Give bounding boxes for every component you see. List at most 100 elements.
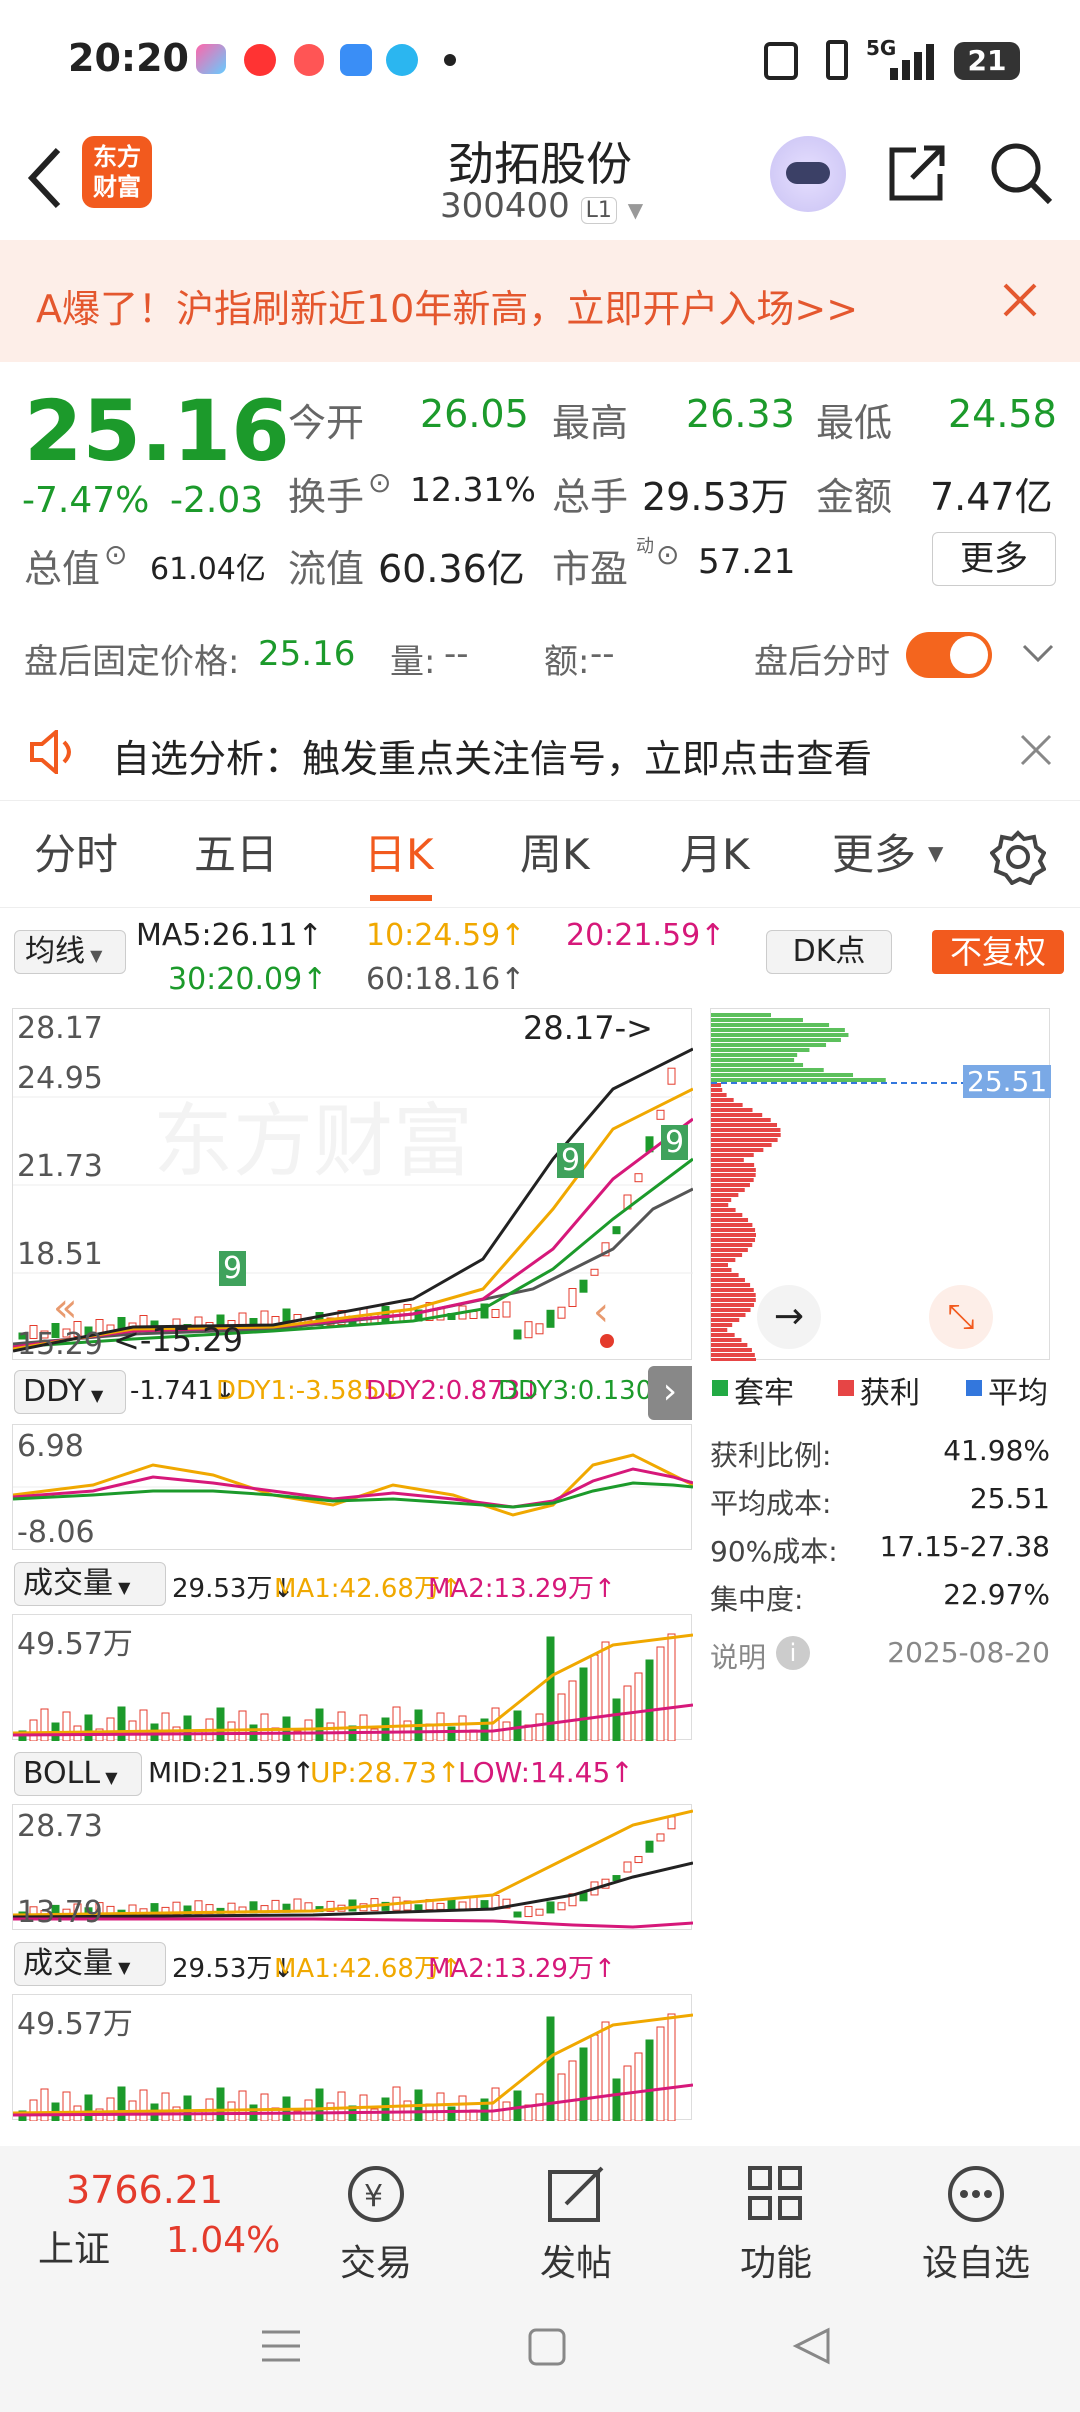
stat-label: 90%成本: (710, 1535, 838, 1568)
close-icon[interactable] (1020, 734, 1052, 766)
change-value: -2.03 (170, 480, 264, 521)
candle (656, 1109, 665, 1120)
volume-bar (656, 1646, 665, 1742)
candle (568, 1288, 577, 1307)
stock-code-row[interactable]: 300400 L1 ▼ (440, 186, 643, 226)
chip-bar (711, 1228, 756, 1232)
ddy-chart[interactable]: 6.98 -8.06 (12, 1424, 694, 1550)
menu-icon[interactable] (262, 2328, 300, 2364)
app-logo[interactable]: 东方 财富 (82, 136, 152, 208)
info-icon[interactable]: ⊙ (104, 538, 127, 571)
back-icon[interactable] (24, 146, 64, 210)
info-icon[interactable]: ⊙ (656, 538, 679, 571)
volume-bar (315, 2088, 324, 2122)
nav-functions[interactable]: 功能 (676, 2146, 876, 2286)
last-price: 25.16 (24, 382, 290, 480)
volume-bar (656, 2026, 665, 2122)
chip-bar (711, 1033, 849, 1037)
settings-icon[interactable] (990, 829, 1046, 885)
high-marker: 28.17-> (523, 1009, 653, 1047)
index-ticker[interactable]: 3766.21 上证 1.04% (30, 2164, 280, 2274)
volume-selector[interactable]: 成交量 ▼ (14, 1562, 166, 1606)
volume-chart[interactable]: 49.57万 (12, 1614, 694, 1742)
close-icon[interactable] (1002, 282, 1038, 318)
chip-bar (711, 1053, 798, 1057)
boll-candle (524, 1906, 533, 1918)
tab-minute[interactable]: 分时 (34, 801, 118, 909)
nav-add-watchlist[interactable]: 设自选 (876, 2146, 1076, 2286)
home-icon[interactable] (528, 2328, 566, 2366)
boll-chart[interactable]: 28.73 13.79 (12, 1804, 694, 1930)
volume-bar (139, 1709, 148, 1742)
info-icon[interactable]: i (776, 1636, 810, 1670)
back-nav-icon[interactable] (792, 2326, 832, 2366)
amount-value: 7.47亿 (930, 475, 1053, 519)
chip-bar (711, 1353, 755, 1357)
volume-top: 49.57万 (17, 2007, 133, 2042)
scroll-left-icon[interactable]: « (53, 1285, 77, 1331)
volume-value: 29.53万 (642, 475, 789, 519)
more-button[interactable]: 更多 (932, 532, 1056, 586)
boll-candle (414, 1904, 423, 1911)
adjust-button[interactable]: 不复权 (932, 930, 1064, 974)
note-link[interactable]: 说明 (710, 1636, 766, 1676)
boll-name: BOLL (23, 1756, 101, 1791)
volume-bar (238, 1710, 247, 1742)
tab-more[interactable]: 更多 (832, 801, 916, 909)
volume-chart-2[interactable]: 49.57万 (12, 1994, 694, 2122)
tab-weekly-k[interactable]: 周K (520, 801, 590, 909)
expand-icon[interactable]: ⤡ (929, 1285, 993, 1349)
ai-assistant-icon[interactable] (770, 136, 846, 212)
promo-banner[interactable]: A爆了！沪指刷新近10年新高，立即开户入场>> (0, 240, 1080, 362)
ma5-value: MA5:26.11↑ (136, 918, 323, 953)
logo-text-2: 财富 (93, 173, 141, 201)
expand-indicators-icon[interactable]: › (648, 1366, 692, 1420)
clock: 20:20 (68, 36, 189, 80)
tab-monthly-k[interactable]: 月K (680, 801, 750, 909)
chip-bar (711, 1088, 723, 1092)
kline-chart[interactable]: 东方财富 28.17 24.95 21.73 18.51 15.29 28.17… (12, 1008, 693, 1362)
volume-selector[interactable]: 成交量 ▼ (14, 1942, 166, 1986)
change-percent: -7.47% (22, 480, 150, 521)
volume-bar (106, 2097, 115, 2122)
chip-bar (711, 1223, 753, 1227)
nav-post[interactable]: 发帖 (476, 2146, 676, 2286)
chip-bar (711, 1103, 743, 1107)
stock-name: 劲拓股份 (448, 137, 632, 191)
chip-bar (711, 1283, 751, 1287)
chevron-down-icon[interactable] (1022, 644, 1054, 664)
chip-bar (711, 1138, 778, 1142)
scroll-right-icon[interactable]: ‹ (593, 1289, 609, 1335)
grid-icon (748, 2166, 802, 2220)
info-icon[interactable]: ⊙ (368, 466, 391, 499)
boll-selector[interactable]: BOLL ▼ (14, 1752, 142, 1796)
volume-bar (161, 2092, 170, 2122)
share-icon[interactable] (886, 142, 948, 204)
search-icon[interactable] (988, 140, 1054, 206)
tab-daily-k[interactable]: 日K (364, 801, 434, 909)
arrow-right-icon[interactable]: → (757, 1285, 821, 1349)
chip-bar (711, 1278, 745, 1282)
chip-distribution[interactable]: 25.51 → ⤡ (710, 1008, 1052, 1361)
ddy-bottom: -8.06 (17, 1515, 95, 1550)
low-value: 24.58 (948, 392, 1057, 436)
chip-bar (711, 1163, 755, 1167)
weibo-icon (244, 44, 276, 76)
after-hours-toggle[interactable] (906, 632, 992, 678)
nav-trade[interactable]: ¥ 交易 (276, 2146, 476, 2286)
notice-bar[interactable]: 自选分析：触发重点关注信号，立即点击查看 (0, 696, 1080, 800)
volume-bar (557, 2073, 566, 2122)
chip-bar (711, 1248, 748, 1252)
chip-bar (711, 1208, 736, 1212)
boll-candle (656, 1833, 665, 1842)
after-hours-amt-label: 额: (544, 642, 590, 682)
turnover-value: 12.31% (410, 470, 536, 509)
battery-icon: 21 (954, 42, 1020, 80)
dk-point-button[interactable]: DK点 (766, 930, 892, 974)
ddy-selector[interactable]: DDY ▼ (14, 1370, 126, 1414)
boll-candle (469, 1896, 478, 1910)
boll-candle (458, 1901, 467, 1910)
ma-selector[interactable]: 均线 ▼ (14, 930, 126, 974)
nav-label: 功能 (739, 2243, 812, 2284)
tab-five-day[interactable]: 五日 (194, 801, 278, 909)
